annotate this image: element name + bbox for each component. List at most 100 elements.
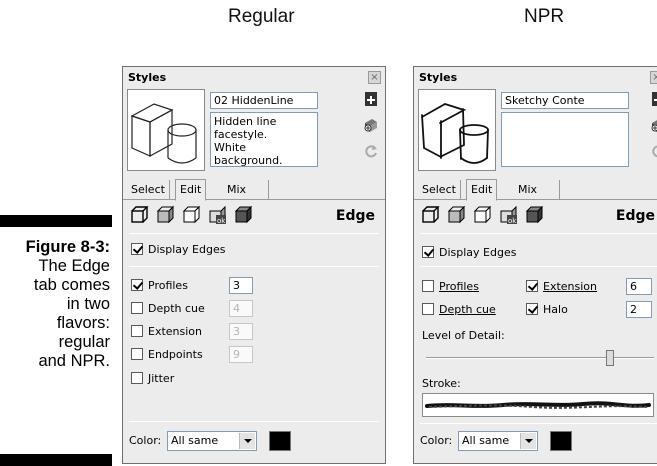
style-description-field[interactable]: Hidden line facestyle. White background. <box>210 112 318 167</box>
profiles-label: Profiles <box>439 280 479 293</box>
refresh-icon[interactable] <box>650 143 657 159</box>
profiles-checkbox[interactable]: Profiles <box>131 279 188 295</box>
divider <box>420 423 657 424</box>
checkbox-box[interactable] <box>131 325 143 337</box>
extension-value-input[interactable]: 6 <box>626 278 652 295</box>
create-style-icon[interactable] <box>363 91 379 107</box>
close-icon[interactable]: × <box>368 71 381 84</box>
extension-value-input: 3 <box>229 323 253 340</box>
close-icon[interactable]: × <box>650 71 657 84</box>
color-mode-select[interactable]: All same <box>458 431 538 451</box>
checkbox-box[interactable] <box>131 348 143 360</box>
jitter-label: Jitter <box>148 372 175 385</box>
color-mode-select[interactable]: All same <box>167 431 257 451</box>
edge-settings-icon[interactable] <box>420 205 440 225</box>
display-edges-checkbox[interactable]: Display Edges <box>131 243 225 259</box>
extension-checkbox[interactable]: Extension <box>131 325 202 341</box>
update-style-icon[interactable] <box>650 117 657 133</box>
update-style-icon[interactable] <box>363 117 379 133</box>
modeling-settings-icon[interactable] <box>233 205 253 225</box>
tab-mix[interactable]: Mix <box>514 180 560 200</box>
edit-toolbar: ok Edge <box>127 203 381 229</box>
depth-cue-label: Depth cue <box>148 302 205 315</box>
tab-edit[interactable]: Edit <box>466 179 498 201</box>
modeling-settings-icon[interactable] <box>524 205 544 225</box>
sketchy-thumbnail-image <box>421 103 489 164</box>
endpoints-label: Endpoints <box>148 348 203 361</box>
checkbox-box[interactable] <box>422 303 434 315</box>
tab-select[interactable]: Select <box>127 180 170 200</box>
chevron-down-icon[interactable] <box>239 433 255 449</box>
halo-value-input[interactable]: 2 <box>626 301 652 318</box>
checkbox-box[interactable] <box>526 280 538 292</box>
style-thumbnail <box>418 89 496 171</box>
checkbox-box[interactable] <box>131 279 143 291</box>
depth-cue-checkbox[interactable]: Depth cue <box>422 303 496 319</box>
checkbox-box[interactable] <box>131 302 143 314</box>
checkbox-box[interactable] <box>422 280 434 292</box>
hidden-line-thumbnail-image <box>130 103 197 164</box>
create-style-icon[interactable] <box>650 91 657 107</box>
style-description-field[interactable] <box>501 112 629 167</box>
figure-label: Figure 8-3: <box>25 238 110 256</box>
level-of-detail-slider-thumb[interactable] <box>606 350 615 366</box>
profiles-label: Profiles <box>148 279 188 292</box>
npr-styles-panel: Styles × Sketchy Conte <box>413 66 657 464</box>
panel-title: Styles <box>419 71 458 84</box>
depth-cue-checkbox[interactable]: Depth cue <box>131 302 205 318</box>
profiles-checkbox[interactable]: Profiles <box>422 280 479 296</box>
extension-checkbox[interactable]: Extension <box>526 280 597 296</box>
tab-mix[interactable]: Mix <box>223 180 269 200</box>
edge-settings-icon[interactable] <box>129 205 149 225</box>
style-actions <box>650 91 657 169</box>
face-settings-icon[interactable] <box>155 205 175 225</box>
checkbox-box[interactable] <box>422 246 434 258</box>
divider <box>420 266 657 267</box>
caption-bottom-bar <box>0 454 112 466</box>
color-mode-value: All same <box>462 434 510 447</box>
tab-select[interactable]: Select <box>418 180 461 200</box>
panel-titlebar: Styles × <box>414 67 657 87</box>
color-label: Color: <box>420 434 453 447</box>
regular-styles-panel: Styles × 02 HiddenLine Hidden line faces… <box>122 66 386 464</box>
figure-caption: Figure 8-3: The Edge tab comes in two fl… <box>0 238 110 371</box>
refresh-icon[interactable] <box>363 143 379 159</box>
level-of-detail-slider[interactable] <box>426 357 654 359</box>
level-of-detail-label: Level of Detail: <box>422 329 505 342</box>
display-edges-label: Display Edges <box>439 246 517 259</box>
tab-edit[interactable]: Edit <box>175 179 207 201</box>
stroke-preview[interactable] <box>422 393 654 417</box>
caption-text: The Edge tab comes in two flavors: regul… <box>33 257 110 370</box>
endpoints-checkbox[interactable]: Endpoints <box>131 348 203 364</box>
divider <box>420 233 657 234</box>
depth-cue-value-input: 4 <box>229 300 253 317</box>
section-title: Edge <box>615 208 655 224</box>
color-label: Color: <box>129 434 162 447</box>
halo-checkbox[interactable]: Halo <box>526 303 568 319</box>
background-settings-icon[interactable] <box>181 205 201 225</box>
watermark-settings-icon[interactable]: ok <box>207 205 227 225</box>
edge-color-swatch[interactable] <box>269 431 291 451</box>
depth-cue-label: Depth cue <box>439 303 496 316</box>
color-row: Color: All same <box>129 431 379 451</box>
checkbox-box[interactable] <box>131 372 143 384</box>
checkbox-box[interactable] <box>526 303 538 315</box>
background-settings-icon[interactable] <box>472 205 492 225</box>
watermark-settings-icon[interactable]: ok <box>498 205 518 225</box>
profiles-value-input[interactable]: 3 <box>229 277 253 294</box>
panel-title: Styles <box>128 71 167 84</box>
chevron-down-icon[interactable] <box>520 433 536 449</box>
display-edges-label: Display Edges <box>148 243 226 256</box>
color-mode-value: All same <box>171 434 219 447</box>
jitter-checkbox[interactable]: Jitter <box>131 372 174 388</box>
style-name-input[interactable]: 02 HiddenLine <box>210 92 318 109</box>
edge-color-swatch[interactable] <box>550 431 572 451</box>
style-name-input[interactable]: Sketchy Conte <box>501 92 629 109</box>
color-row: Color: All same <box>420 431 650 451</box>
face-settings-icon[interactable] <box>446 205 466 225</box>
display-edges-checkbox[interactable]: Display Edges <box>422 246 516 262</box>
divider <box>129 421 379 422</box>
stroke-label: Stroke: <box>422 377 461 390</box>
divider <box>129 266 379 267</box>
checkbox-box[interactable] <box>131 243 143 255</box>
